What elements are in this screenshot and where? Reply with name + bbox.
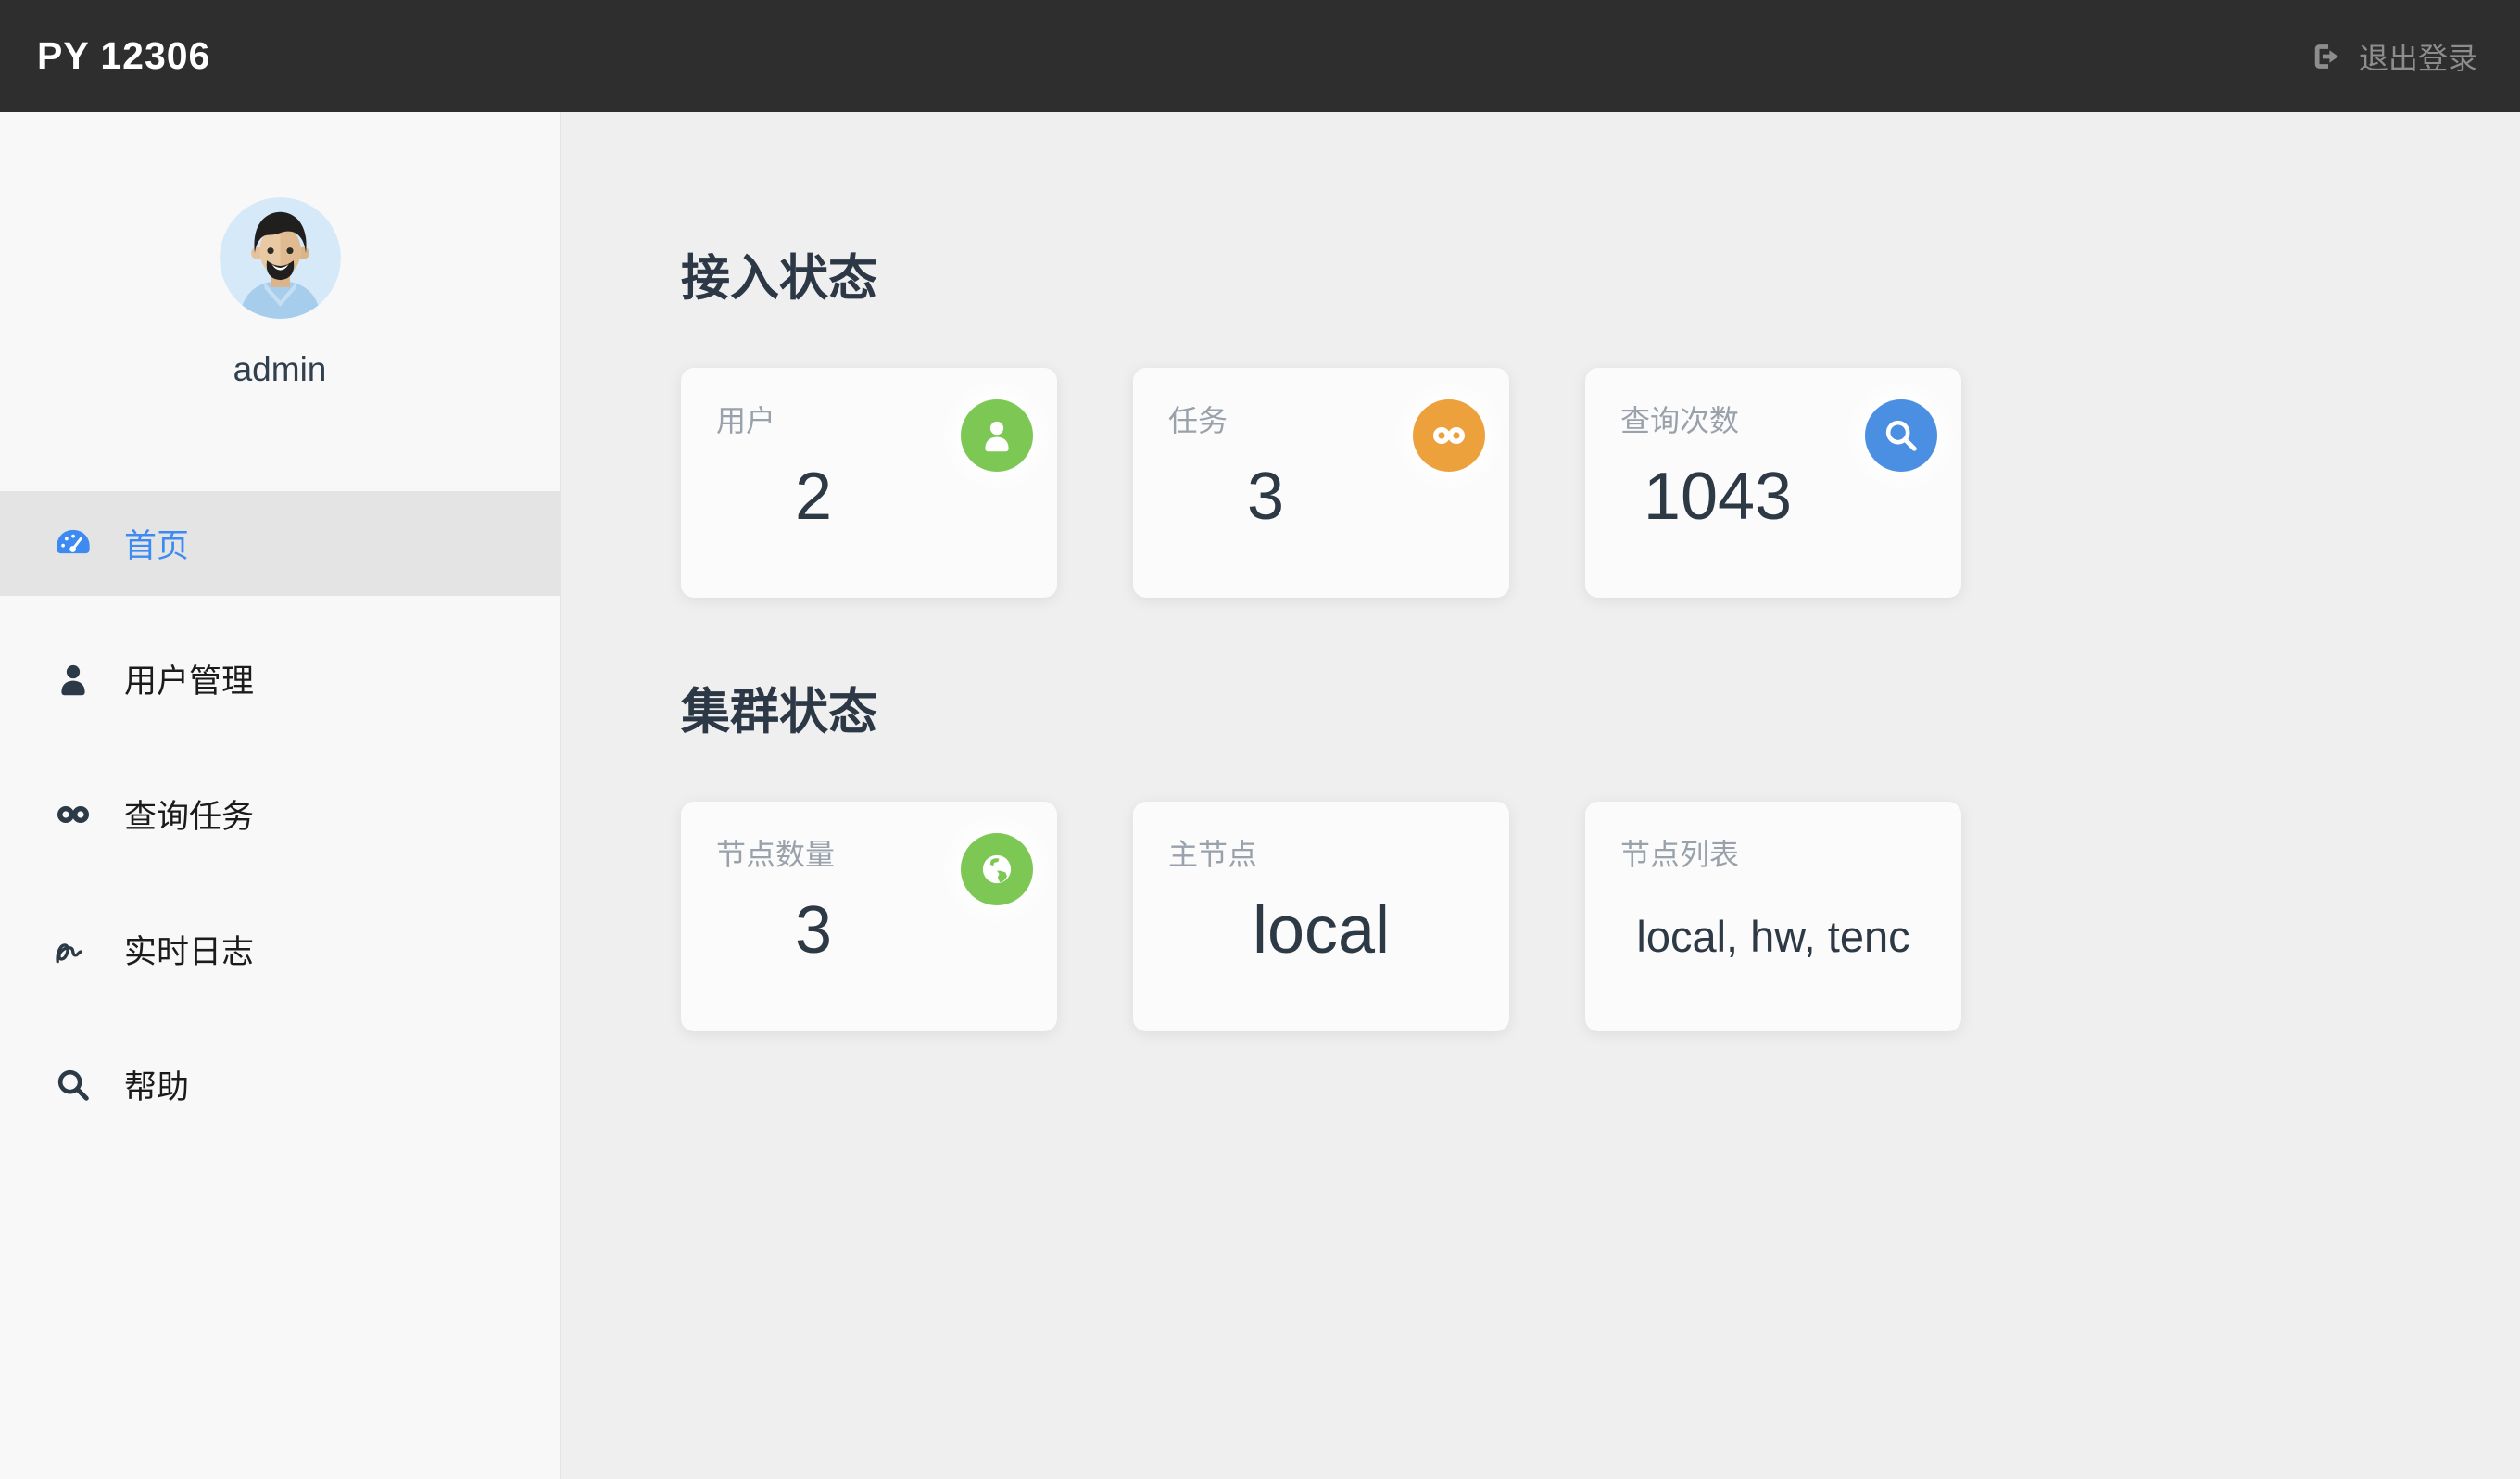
sidebar-item-label: 查询任务 xyxy=(124,799,255,835)
card-label: 任务 xyxy=(1168,404,1228,437)
card-value: 1043 xyxy=(1643,460,1793,534)
sidebar-item-label: 帮助 xyxy=(124,1069,190,1106)
card-value: 3 xyxy=(1246,460,1285,534)
section-cluster-status: 集群状态 节点数量 3 主节点 local 节点列表 local, hw, te… xyxy=(681,684,2520,1031)
sidebar: admin 首页 用户管理 查询任务 实时日志 帮助 xyxy=(0,112,561,1479)
section-access-status: 接入状态 用户 2 任务 3 查询次数 1043 xyxy=(681,250,2520,598)
sidebar-item-label: 用户管理 xyxy=(124,664,255,700)
card-master-node: 主节点 local xyxy=(1133,802,1509,1031)
sidebar-item-label: 实时日志 xyxy=(124,934,255,970)
globe-icon xyxy=(961,833,1033,905)
card-query-count: 查询次数 1043 xyxy=(1585,368,1961,598)
card-node-count: 节点数量 3 xyxy=(681,802,1057,1031)
section-title: 接入状态 xyxy=(681,251,877,306)
card-row: 用户 2 任务 3 查询次数 1043 xyxy=(681,368,2520,598)
card-value: 2 xyxy=(794,460,833,534)
card-node-list: 节点列表 local, hw, tenc xyxy=(1585,802,1961,1031)
card-row: 节点数量 3 主节点 local 节点列表 local, hw, tenc xyxy=(681,802,2520,1031)
avatar xyxy=(219,197,341,319)
sidebar-item-user-management[interactable]: 用户管理 xyxy=(0,626,560,731)
username: admin xyxy=(233,350,327,388)
logout-button[interactable]: 退出登录 xyxy=(2311,35,2477,78)
search-icon xyxy=(1865,399,1937,472)
infinity-icon xyxy=(1413,399,1485,472)
card-value: local, hw, tenc xyxy=(1636,912,1910,961)
dashboard-icon xyxy=(55,527,92,555)
sidebar-item-home[interactable]: 首页 xyxy=(0,491,560,596)
infinity-icon xyxy=(54,795,93,834)
card-label: 主节点 xyxy=(1168,838,1258,871)
user-icon xyxy=(961,399,1033,472)
logout-label: 退出登录 xyxy=(2358,41,2477,75)
user-icon xyxy=(61,664,85,695)
card-label: 节点列表 xyxy=(1620,838,1740,871)
sidebar-item-label: 首页 xyxy=(124,528,190,564)
sidebar-menu: 首页 用户管理 查询任务 实时日志 帮助 xyxy=(0,491,560,1137)
sidebar-item-realtime-logs[interactable]: 实时日志 xyxy=(0,897,560,1002)
sidebar-item-query-tasks[interactable]: 查询任务 xyxy=(0,762,560,866)
card-label: 节点数量 xyxy=(716,838,836,871)
top-bar: PY 12306 退出登录 xyxy=(0,0,2520,112)
card-users: 用户 2 xyxy=(681,368,1057,598)
card-tasks: 任务 3 xyxy=(1133,368,1509,598)
main-content: 接入状态 用户 2 任务 3 查询次数 1043 集群状态 节点数量 3 主节点… xyxy=(561,112,2520,1479)
sign-out-icon xyxy=(2314,44,2338,69)
card-label: 用户 xyxy=(716,404,776,437)
card-value: local xyxy=(1252,893,1391,967)
card-label: 查询次数 xyxy=(1620,404,1740,437)
section-title: 集群状态 xyxy=(681,685,877,740)
card-value: 3 xyxy=(794,893,833,967)
app-title: PY 12306 xyxy=(37,34,211,77)
sidebar-item-help[interactable]: 帮助 xyxy=(0,1032,560,1137)
signature-icon xyxy=(56,942,83,963)
search-icon xyxy=(54,1066,93,1105)
